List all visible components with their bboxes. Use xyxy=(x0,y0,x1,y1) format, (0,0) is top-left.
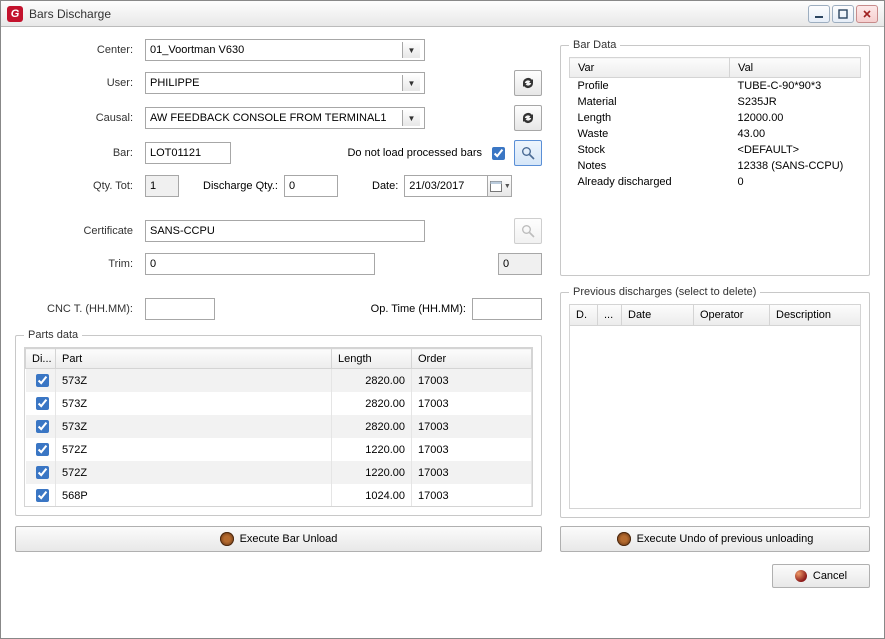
gear-icon xyxy=(617,532,631,546)
certificate-input[interactable] xyxy=(145,220,425,242)
bar-data-col-var[interactable]: Var xyxy=(570,58,730,78)
chevron-down-icon[interactable]: ▼ xyxy=(402,42,420,58)
search-icon xyxy=(520,145,536,161)
center-label: Center: xyxy=(15,44,139,56)
parts-col-di[interactable]: Di... xyxy=(26,349,56,369)
refresh-causal-button[interactable] xyxy=(514,105,542,131)
table-row[interactable]: 573Z2820.0017003 xyxy=(26,415,532,438)
minimize-button[interactable] xyxy=(808,5,830,23)
search-certificate-button[interactable] xyxy=(514,218,542,244)
prev-col-d[interactable]: D. xyxy=(570,305,598,325)
processed-label: Do not load processed bars xyxy=(347,147,482,159)
cnc-t-input[interactable] xyxy=(145,298,215,320)
table-row[interactable]: 568P1024.0017003 xyxy=(26,484,532,507)
prev-col-desc[interactable]: Description xyxy=(770,305,860,325)
bar-data-row[interactable]: Already discharged0 xyxy=(570,174,861,190)
prev-col-dots[interactable]: ... xyxy=(598,305,622,325)
table-row[interactable]: 572Z1220.0017003 xyxy=(26,438,532,461)
qty-tot-label: Qty. Tot: xyxy=(15,180,139,192)
execute-undo-button[interactable]: Execute Undo of previous unloading xyxy=(560,526,870,552)
date-input[interactable] xyxy=(404,175,488,197)
bar-data-row[interactable]: MaterialS235JR xyxy=(570,94,861,110)
app-icon: G xyxy=(7,6,23,22)
user-select[interactable]: PHILIPPE ▼ xyxy=(145,72,425,94)
row-checkbox[interactable] xyxy=(36,420,49,433)
execute-unload-button[interactable]: Execute Bar Unload xyxy=(15,526,542,552)
cancel-label: Cancel xyxy=(813,570,847,582)
bar-data-group: Bar Data Var Val ProfileTUBE-C-90*90*3Ma… xyxy=(560,39,870,276)
trim-label: Trim: xyxy=(15,258,139,270)
causal-select[interactable]: AW FEEDBACK CONSOLE FROM TERMINAL1 ▼ xyxy=(145,107,425,129)
certificate-label: Certificate xyxy=(15,225,139,237)
bar-data-row[interactable]: Waste43.00 xyxy=(570,126,861,142)
center-select[interactable]: 01_Voortman V630 ▼ xyxy=(145,39,425,61)
parts-col-order[interactable]: Order xyxy=(412,349,532,369)
chevron-down-icon[interactable]: ▼ xyxy=(402,75,420,91)
search-icon xyxy=(520,223,536,239)
execute-unload-label: Execute Bar Unload xyxy=(240,533,338,545)
maximize-button[interactable] xyxy=(832,5,854,23)
refresh-icon xyxy=(520,110,536,126)
prev-col-date[interactable]: Date xyxy=(622,305,694,325)
execute-undo-label: Execute Undo of previous unloading xyxy=(637,533,814,545)
parts-col-part[interactable]: Part xyxy=(56,349,332,369)
qty-tot-input xyxy=(145,175,179,197)
discharge-qty-label: Discharge Qty.: xyxy=(203,180,278,192)
prev-title: Previous discharges (select to delete) xyxy=(569,286,760,298)
close-icon xyxy=(862,9,872,19)
table-row[interactable]: 572Z1220.0017003 xyxy=(26,461,532,484)
gear-icon xyxy=(220,532,234,546)
parts-col-length[interactable]: Length xyxy=(332,349,412,369)
bar-data-row[interactable]: Stock<DEFAULT> xyxy=(570,142,861,158)
table-row[interactable]: 573Z2820.0017003 xyxy=(26,369,532,393)
refresh-icon xyxy=(520,75,536,91)
parts-table: Di... Part Length Order 573Z2820.0017003… xyxy=(25,348,532,507)
cancel-icon xyxy=(795,570,807,582)
op-time-input[interactable] xyxy=(472,298,542,320)
close-button[interactable] xyxy=(856,5,878,23)
content-area: Center: 01_Voortman V630 ▼ User: PHILIPP… xyxy=(1,27,884,638)
prev-discharges-group: Previous discharges (select to delete) D… xyxy=(560,286,870,518)
op-time-label: Op. Time (HH.MM): xyxy=(371,303,466,315)
bar-data-title: Bar Data xyxy=(569,39,620,51)
prev-col-operator[interactable]: Operator xyxy=(694,305,770,325)
bar-label: Bar: xyxy=(15,147,139,159)
causal-label: Causal: xyxy=(15,112,139,124)
bar-data-col-val[interactable]: Val xyxy=(730,58,861,78)
discharge-qty-input[interactable] xyxy=(284,175,338,197)
row-checkbox[interactable] xyxy=(36,443,49,456)
maximize-icon xyxy=(838,9,848,19)
date-label: Date: xyxy=(372,180,398,192)
trim2-input xyxy=(498,253,542,275)
date-picker-button[interactable]: ▼ xyxy=(488,175,512,197)
cancel-button[interactable]: Cancel xyxy=(772,564,870,588)
prev-table[interactable]: D. ... Date Operator Description xyxy=(569,304,861,509)
window-title: Bars Discharge xyxy=(29,7,802,21)
user-label: User: xyxy=(15,77,139,89)
bar-data-row[interactable]: Notes12338 (SANS-CCPU) xyxy=(570,158,861,174)
bar-data-row[interactable]: ProfileTUBE-C-90*90*3 xyxy=(570,78,861,95)
row-checkbox[interactable] xyxy=(36,374,49,387)
trim-input[interactable] xyxy=(145,253,375,275)
chevron-down-icon[interactable]: ▼ xyxy=(402,110,420,126)
minimize-icon xyxy=(814,9,824,19)
cnc-t-label: CNC T. (HH.MM): xyxy=(15,303,139,315)
processed-checkbox[interactable] xyxy=(492,147,505,160)
bar-input[interactable] xyxy=(145,142,231,164)
parts-title: Parts data xyxy=(24,329,82,341)
titlebar: G Bars Discharge xyxy=(1,1,884,27)
row-checkbox[interactable] xyxy=(36,489,49,502)
calendar-icon xyxy=(489,179,503,193)
row-checkbox[interactable] xyxy=(36,397,49,410)
bar-data-row[interactable]: Length12000.00 xyxy=(570,110,861,126)
parts-group: Parts data Di... Part Length Order xyxy=(15,329,542,516)
table-row[interactable]: 573Z2820.0017003 xyxy=(26,392,532,415)
search-bar-button[interactable] xyxy=(514,140,542,166)
refresh-user-button[interactable] xyxy=(514,70,542,96)
row-checkbox[interactable] xyxy=(36,466,49,479)
window-frame: G Bars Discharge Center: 01_Voortman V63… xyxy=(0,0,885,639)
